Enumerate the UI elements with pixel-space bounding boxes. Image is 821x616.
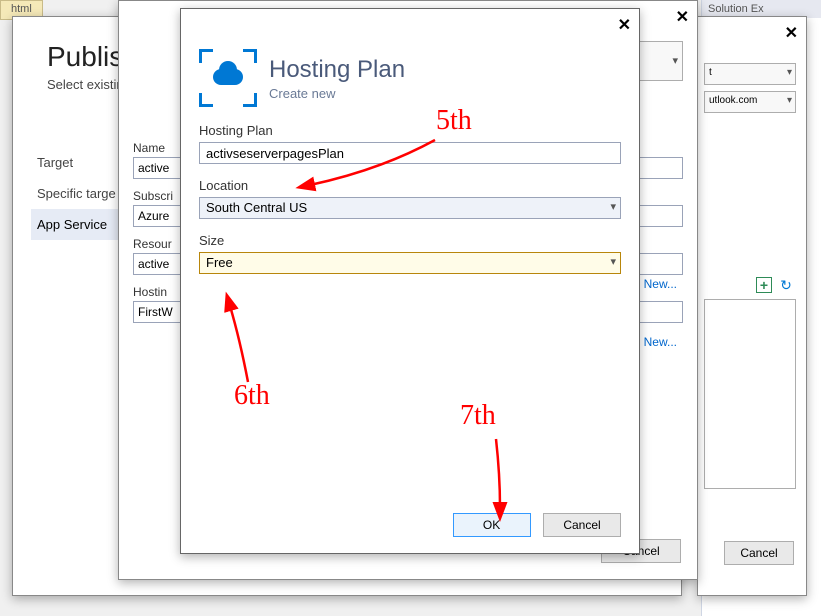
cancel-button[interactable]: Cancel: [543, 513, 621, 537]
close-icon[interactable]: ✕: [676, 7, 689, 27]
hosting-plan-icon: [199, 49, 257, 107]
hosting-plan-subtitle: Create new: [269, 86, 405, 101]
location-label: Location: [199, 178, 621, 193]
nav-specific-target[interactable]: Specific targe: [31, 178, 131, 209]
close-icon[interactable]: ✕: [618, 15, 631, 35]
account-combo-fragment-top[interactable]: t: [704, 63, 796, 85]
ok-button[interactable]: OK: [453, 513, 531, 537]
resource-group-new-link[interactable]: New...: [644, 277, 677, 291]
cancel-button[interactable]: Cancel: [724, 541, 794, 565]
hosting-plan-title: Hosting Plan: [269, 56, 405, 84]
hosting-plan-new-link[interactable]: New...: [644, 335, 677, 349]
size-label: Size: [199, 233, 621, 248]
size-value: Free: [206, 255, 233, 270]
hosting-plan-name-input[interactable]: [199, 142, 621, 164]
location-value: South Central US: [206, 200, 307, 215]
publish-nav: Target Specific targe App Service: [31, 147, 131, 240]
hosting-plan-name-label: Hosting Plan: [199, 123, 621, 138]
account-combo-fragment-bottom[interactable]: utlook.com: [704, 91, 796, 113]
hosting-plan-dialog: ✕ Hosting Plan Create new Hosting Plan L…: [180, 8, 640, 554]
close-icon[interactable]: ✕: [785, 23, 798, 43]
services-listbox[interactable]: [704, 299, 796, 489]
nav-target[interactable]: Target: [31, 147, 131, 178]
nav-app-service[interactable]: App Service: [31, 209, 131, 240]
refresh-icon[interactable]: ↻: [778, 277, 794, 293]
background-dialog-right: ✕ t utlook.com + ↻ Cancel: [697, 16, 807, 596]
size-select[interactable]: Free: [199, 252, 621, 274]
add-icon[interactable]: +: [756, 277, 772, 293]
location-select[interactable]: South Central US: [199, 197, 621, 219]
